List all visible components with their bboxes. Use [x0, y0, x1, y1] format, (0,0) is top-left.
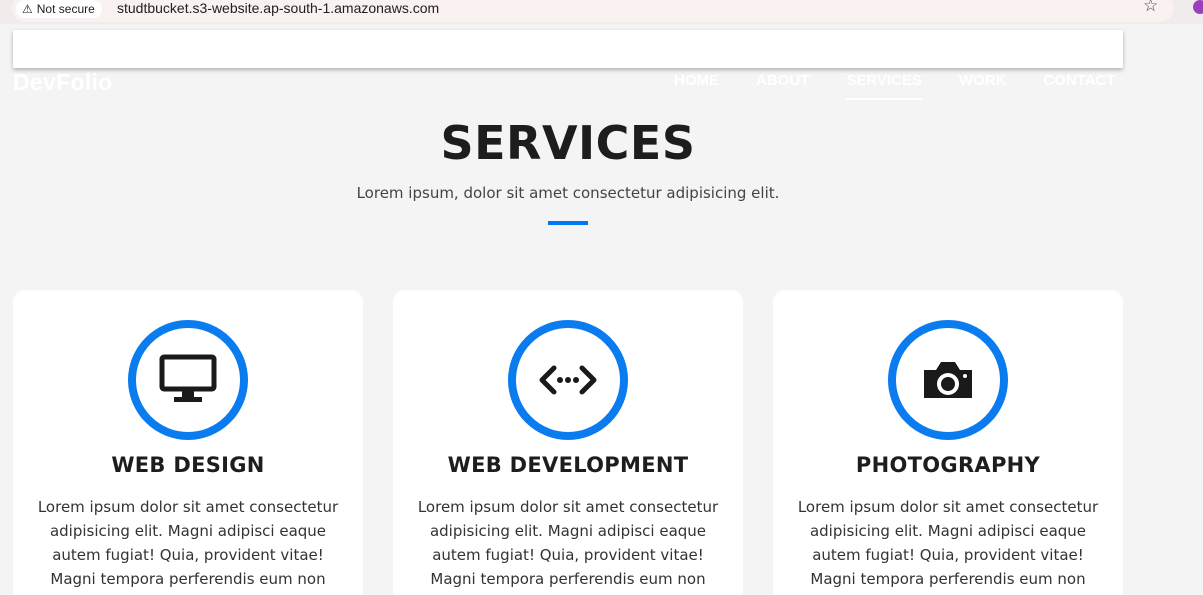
security-chip[interactable]: ⚠ Not secure — [16, 0, 102, 18]
nav-services[interactable]: SERVICES — [846, 72, 922, 100]
card-text: Lorem ipsum dolor sit amet consectetur a… — [37, 498, 339, 595]
main-nav: HOME ABOUT SERVICES WORK CONTACT — [674, 72, 1153, 100]
profile-avatar[interactable] — [1193, 0, 1203, 14]
card-title: PHOTOGRAPHY — [855, 453, 1041, 477]
service-icon-ring — [508, 320, 628, 440]
service-card-web-development: WEB DEVELOPMENT Lorem ipsum dolor sit am… — [393, 290, 743, 595]
browser-address-bar: ⚠ Not secure studtbucket.s3-website.ap-s… — [0, 0, 1203, 24]
desktop-icon — [159, 354, 217, 402]
camera-icon — [924, 362, 972, 398]
site-logo[interactable]: DevFolio — [13, 69, 113, 96]
card-text: Lorem ipsum dolor sit amet consectetur a… — [417, 498, 719, 595]
section-title: SERVICES — [440, 116, 696, 170]
nav-work[interactable]: WORK — [959, 72, 1007, 90]
security-label: Not secure — [36, 2, 95, 16]
card-title: WEB DEVELOPMENT — [447, 453, 689, 477]
page-top-panel — [13, 30, 1123, 68]
nav-about[interactable]: ABOUT — [756, 72, 809, 90]
section-subtitle: Lorem ipsum, dolor sit amet consectetur … — [356, 184, 780, 202]
service-card-web-design: WEB DESIGN Lorem ipsum dolor sit amet co… — [13, 290, 363, 595]
card-title: WEB DESIGN — [111, 453, 265, 477]
bookmark-star-icon[interactable]: ☆ — [1143, 0, 1158, 16]
nav-home[interactable]: HOME — [674, 72, 719, 90]
warning-icon: ⚠ — [22, 2, 33, 16]
section-divider — [548, 221, 588, 225]
service-icon-ring — [888, 320, 1008, 440]
code-icon — [539, 365, 597, 395]
url-text[interactable]: studtbucket.s3-website.ap-south-1.amazon… — [117, 0, 439, 16]
service-icon-ring — [128, 320, 248, 440]
card-text: Lorem ipsum dolor sit amet consectetur a… — [797, 498, 1099, 595]
nav-contact[interactable]: CONTACT — [1043, 72, 1115, 90]
service-card-photography: PHOTOGRAPHY Lorem ipsum dolor sit amet c… — [773, 290, 1123, 595]
